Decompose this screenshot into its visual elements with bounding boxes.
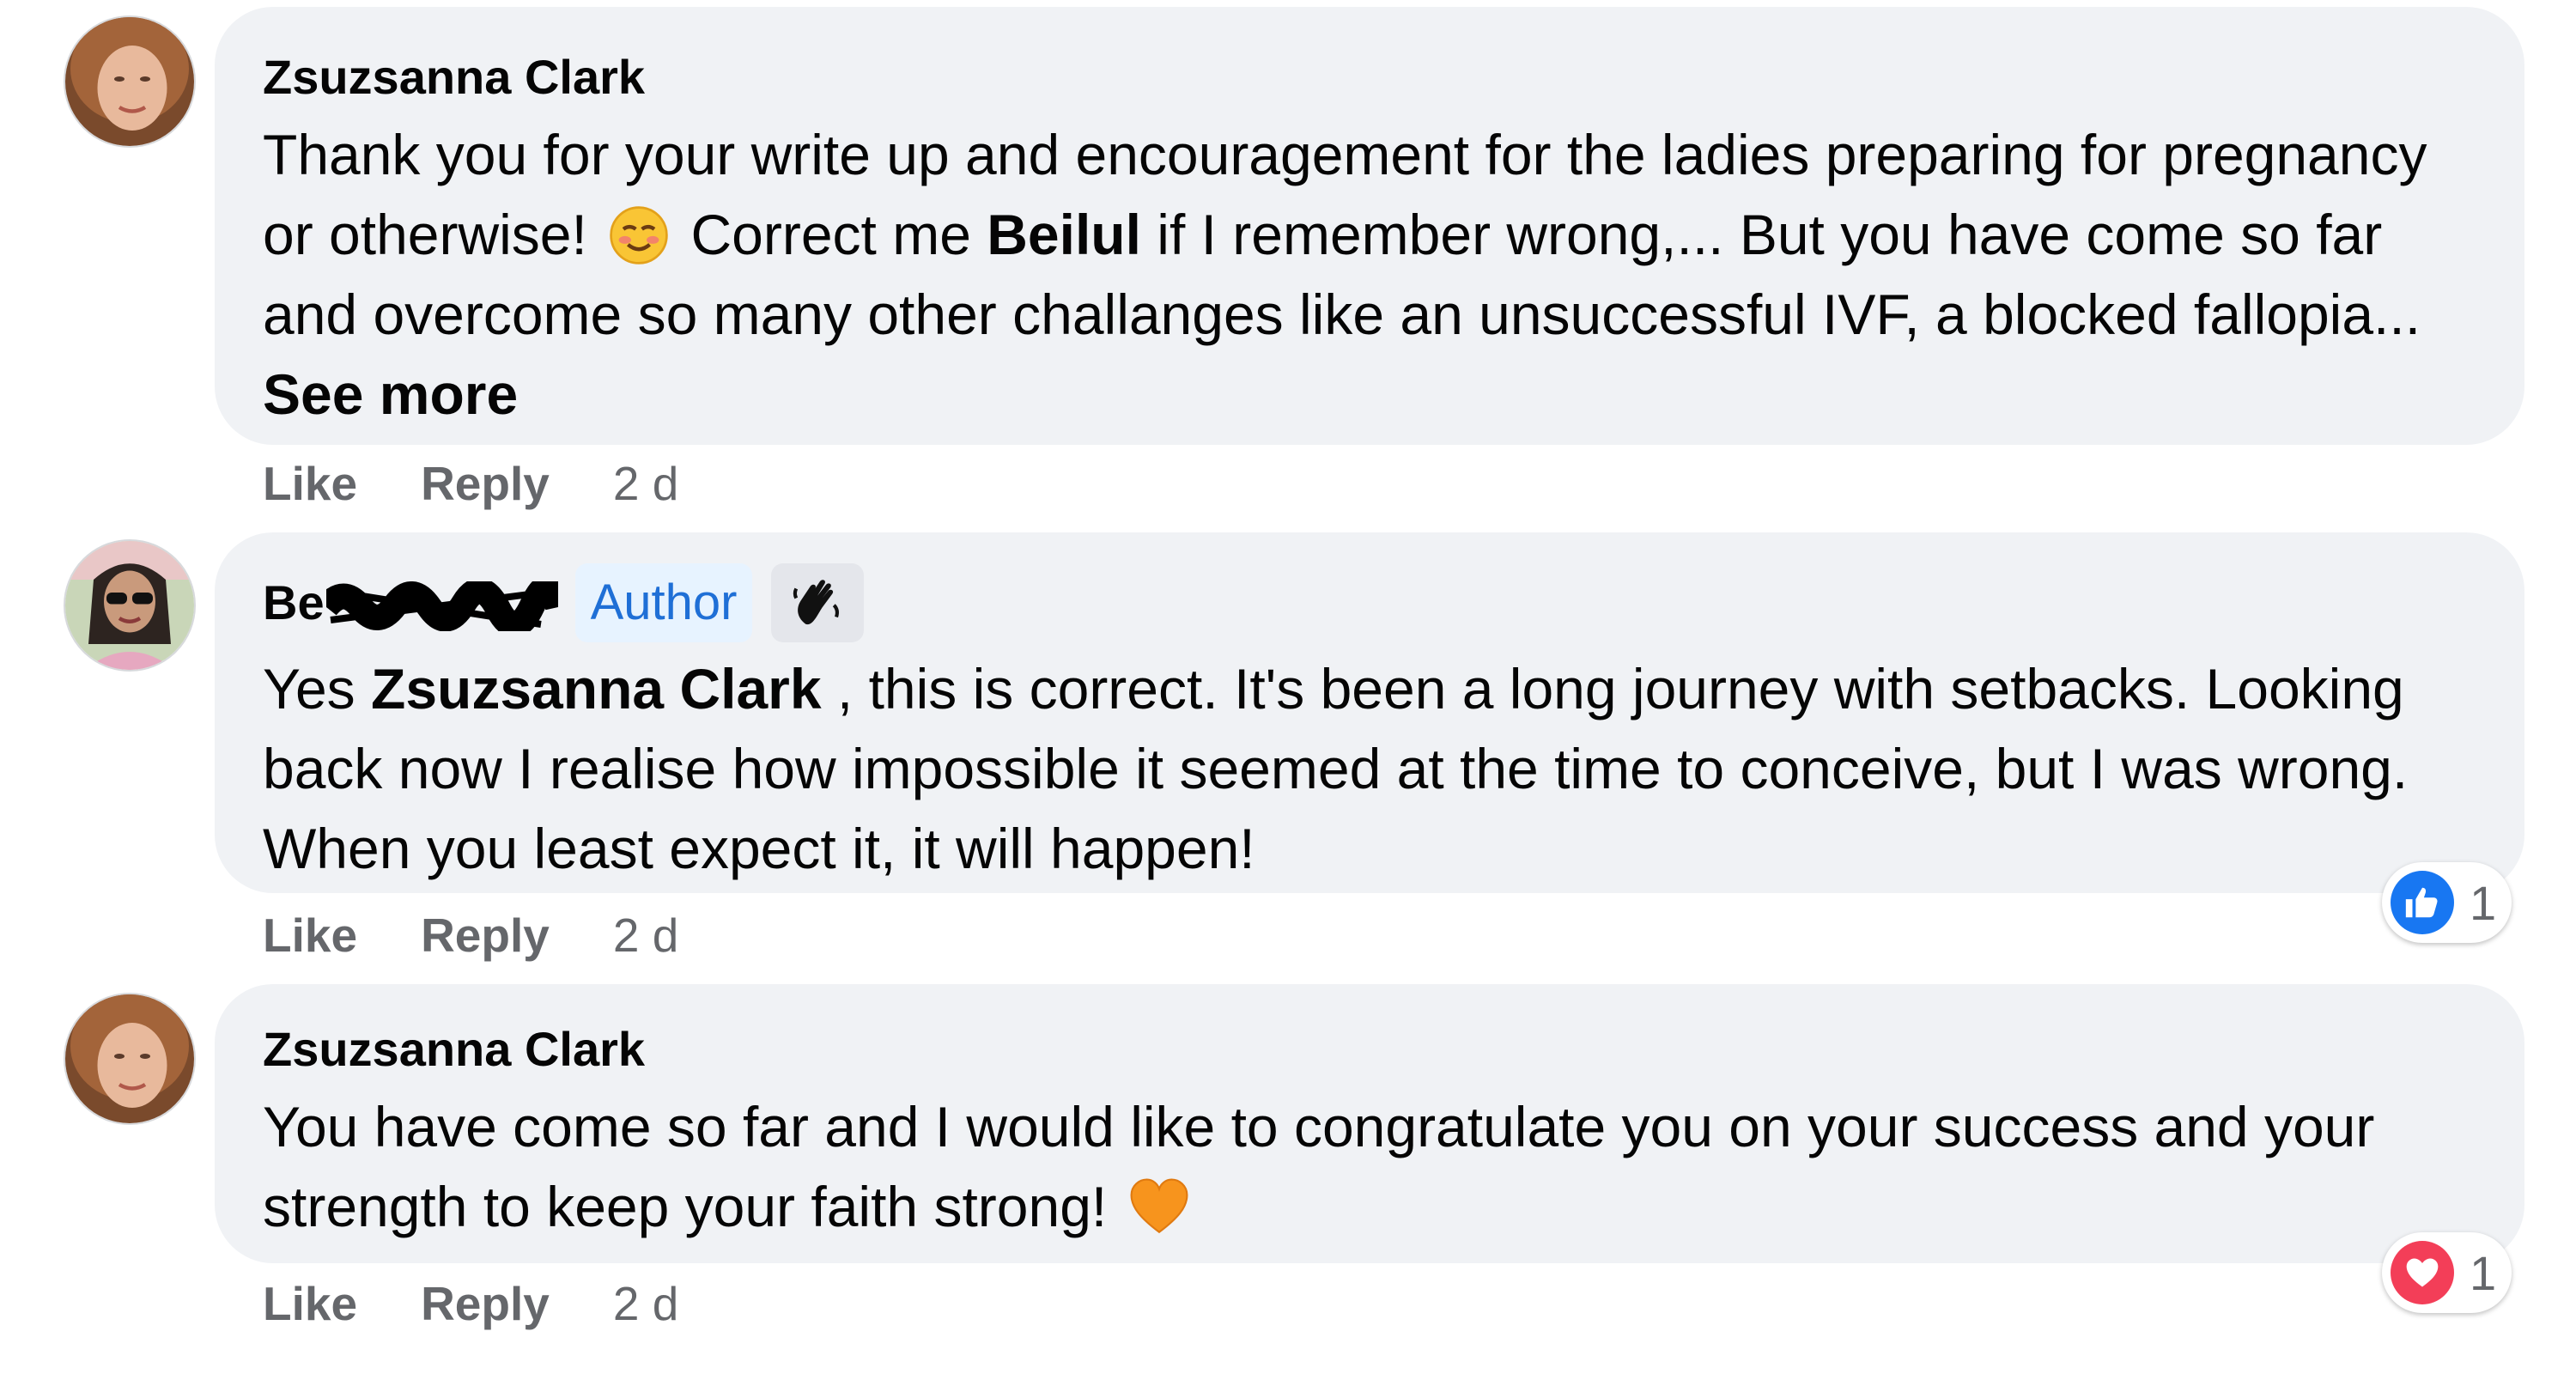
reaction-count: 1 <box>2470 875 2497 930</box>
avatar[interactable] <box>64 539 196 672</box>
love-reaction-icon <box>2391 1241 2454 1304</box>
timestamp[interactable]: 2 d <box>613 1278 678 1329</box>
like-button[interactable]: Like <box>263 1278 357 1329</box>
comment-author[interactable]: Be <box>263 575 325 630</box>
comment-bubble: Zsuzsanna Clark You have come so far and… <box>215 984 2524 1263</box>
comment-author[interactable]: Zsuzsanna Clark <box>263 1022 2476 1077</box>
like-button[interactable]: Like <box>263 458 357 509</box>
comment-text: You have come so far and I would like to… <box>263 1095 2375 1238</box>
reaction-summary[interactable]: 1 <box>2382 862 2512 943</box>
orange-heart-emoji-icon <box>1130 1178 1188 1234</box>
mention-link[interactable]: Beilul <box>987 203 1141 266</box>
like-button[interactable]: Like <box>263 909 357 961</box>
comment-actions: Like Reply 2 d <box>263 458 678 509</box>
smiling-face-emoji-icon <box>610 206 668 264</box>
reply-button[interactable]: Reply <box>421 458 550 509</box>
see-more-link[interactable]: See more <box>263 362 518 426</box>
reaction-count: 1 <box>2470 1245 2497 1300</box>
comment-text: Thank you for your write up and encourag… <box>263 123 2427 426</box>
comment-actions: Like Reply 2 d <box>263 909 678 961</box>
comment-author-row: Be Author <box>263 563 2476 642</box>
wave-hand-icon[interactable] <box>771 563 865 642</box>
timestamp[interactable]: 2 d <box>613 909 678 961</box>
mention-link[interactable]: Zsuzsanna Clark <box>371 657 822 720</box>
redaction-scribble <box>325 581 558 631</box>
comment-text: Yes Zsuzsanna Clark , this is correct. I… <box>263 657 2409 880</box>
avatar[interactable] <box>64 15 196 148</box>
like-reaction-icon <box>2391 871 2454 934</box>
reply-button[interactable]: Reply <box>421 909 550 961</box>
comment-bubble: Be Author Yes Zsuzsanna Clark , this is … <box>215 532 2524 893</box>
avatar[interactable] <box>64 993 196 1125</box>
comment-author[interactable]: Zsuzsanna Clark <box>263 50 2476 105</box>
comment-bubble: Zsuzsanna Clark Thank you for your write… <box>215 7 2524 445</box>
author-badge: Author <box>574 563 753 642</box>
timestamp[interactable]: 2 d <box>613 458 678 509</box>
reply-button[interactable]: Reply <box>421 1278 550 1329</box>
reaction-summary[interactable]: 1 <box>2382 1232 2512 1313</box>
comment-actions: Like Reply 2 d <box>263 1278 678 1329</box>
